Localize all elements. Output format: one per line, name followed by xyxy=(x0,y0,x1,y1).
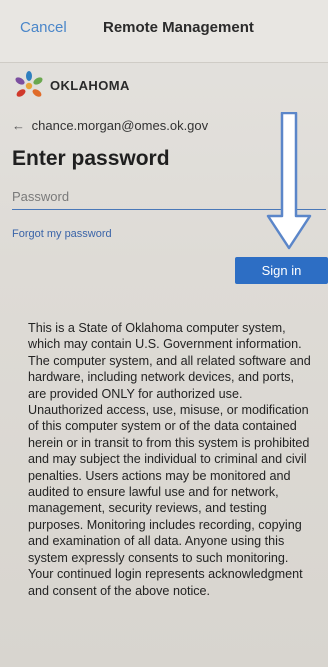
back-arrow-icon[interactable]: ← xyxy=(12,118,28,133)
cancel-button[interactable]: Cancel xyxy=(20,19,67,36)
page-title: Remote Management xyxy=(103,19,254,36)
legal-notice: This is a State of Oklahoma computer sys… xyxy=(28,321,311,598)
down-arrow-annotation xyxy=(266,112,312,250)
account-row: ← chance.morgan@omes.ok.gov xyxy=(12,118,208,133)
enter-password-heading: Enter password xyxy=(12,147,170,170)
oklahoma-logo-icon xyxy=(15,71,43,97)
logo-text: OKLAHOMA xyxy=(50,78,130,93)
forgot-password-link[interactable]: Forgot my password xyxy=(12,228,112,240)
screen: Cancel Remote Management OKLAHOMA ← chan… xyxy=(0,0,328,667)
sign-in-button[interactable]: Sign in xyxy=(235,257,328,284)
account-email: chance.morgan@omes.ok.gov xyxy=(31,118,209,133)
oklahoma-logo: OKLAHOMA xyxy=(12,70,152,102)
navigation-bar: Cancel Remote Management xyxy=(0,0,328,63)
